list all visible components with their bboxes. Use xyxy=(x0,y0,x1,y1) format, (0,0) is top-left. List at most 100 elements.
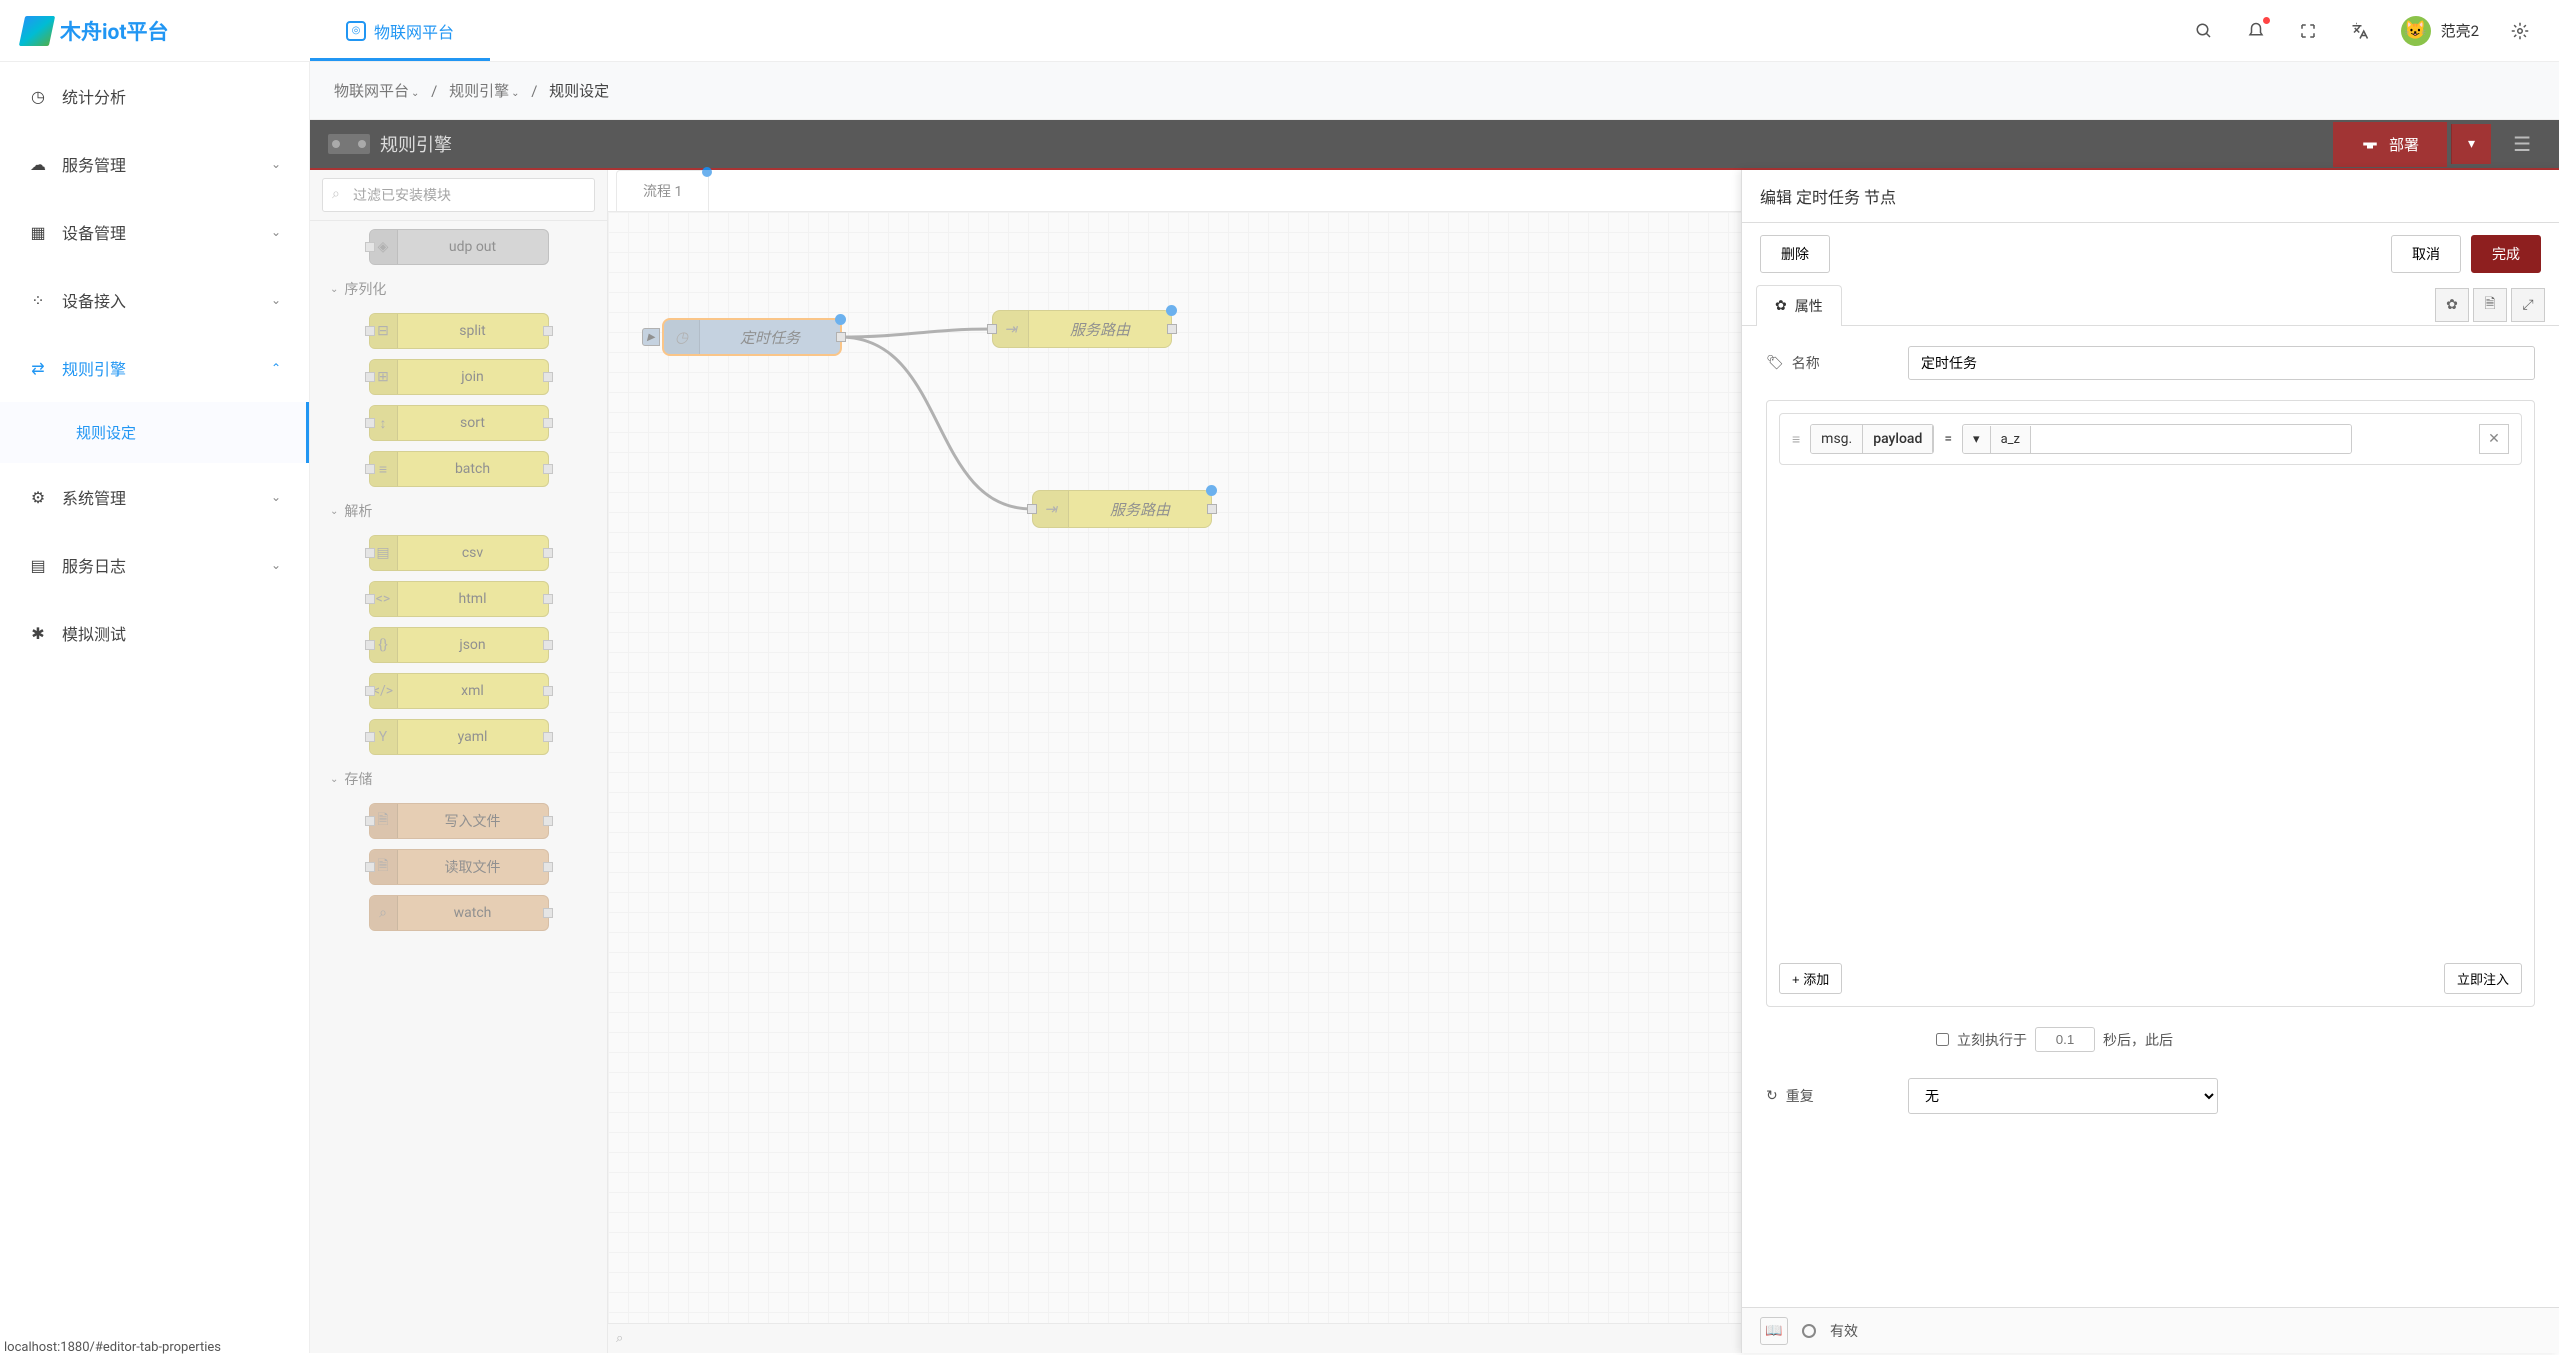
nav-simulation[interactable]: ✱模拟测试 xyxy=(0,599,309,667)
repeat-row: ↻重复 无 xyxy=(1766,1078,2535,1114)
payload-list: ≡ msg. payload = ▾ a_z xyxy=(1766,400,2535,1007)
chevron-up-icon: ⌃ xyxy=(271,361,281,375)
canvas-node-inject[interactable]: ▶ ◷ 定时任务 xyxy=(662,318,842,356)
inject-once-row: 立刻执行于 秒后，此后 xyxy=(1766,1027,2535,1052)
notification-icon[interactable] xyxy=(2245,20,2267,42)
changed-dot-icon xyxy=(835,314,846,325)
payload-row: ≡ msg. payload = ▾ a_z xyxy=(1779,413,2522,465)
route-icon: ⇥ xyxy=(1033,491,1069,527)
editor-header: 规则引擎 部署 ▾ ☰ xyxy=(310,120,2559,170)
search-icon[interactable]: ⌕ xyxy=(616,1331,623,1346)
repeat-select[interactable]: 无 xyxy=(1908,1078,2218,1114)
palette-category[interactable]: ⌄存储 xyxy=(310,755,607,803)
nav-rules-engine[interactable]: ⇄规则引擎⌃ xyxy=(0,334,309,402)
editor-body: ⌕ ◈udp out ⌄序列化 ⊟split ⊞join ↕sort xyxy=(310,170,2559,1353)
palette-node[interactable]: 🗎读取文件 xyxy=(369,849,549,885)
palette-list[interactable]: ◈udp out ⌄序列化 ⊟split ⊞join ↕sort ≡batch … xyxy=(310,221,607,1353)
delete-button[interactable]: 删除 xyxy=(1760,235,1830,273)
name-input[interactable] xyxy=(1908,346,2535,380)
msg-path-input[interactable]: msg. payload xyxy=(1810,424,1934,454)
add-row-button[interactable]: + 添加 xyxy=(1779,963,1842,994)
palette-node[interactable]: ▤csv xyxy=(369,535,549,571)
canvas-node-route[interactable]: ⇥ 服务路由 xyxy=(1032,490,1212,528)
top-tab-label: 物联网平台 xyxy=(374,19,454,43)
canvas-node-route[interactable]: ⇥ 服务路由 xyxy=(992,310,1172,348)
palette-search-input[interactable] xyxy=(322,178,595,212)
nav-logs[interactable]: ▤服务日志⌄ xyxy=(0,531,309,599)
palette-node[interactable]: ⊞join xyxy=(369,359,549,395)
remove-row-button[interactable]: ✕ xyxy=(2479,424,2509,454)
tab-description-button[interactable]: 🗎 xyxy=(2473,288,2507,322)
palette-category[interactable]: ⌄序列化 xyxy=(310,265,607,313)
value-input[interactable] xyxy=(2031,425,2351,453)
editor-menu-button[interactable]: ☰ xyxy=(2495,132,2541,156)
deploy-menu-button[interactable]: ▾ xyxy=(2451,124,2491,164)
inject-trigger-button[interactable]: ▶ xyxy=(642,328,660,346)
palette-node[interactable]: <>html xyxy=(369,581,549,617)
tab-appearance-button[interactable]: ✿ xyxy=(2435,288,2469,322)
link-icon: ⁘ xyxy=(28,290,48,310)
route-icon: ⇥ xyxy=(993,311,1029,347)
palette-category[interactable]: ⌄解析 xyxy=(310,487,607,535)
msg-value-input[interactable]: ▾ a_z xyxy=(1962,424,2352,454)
palette-node[interactable]: 🗎写入文件 xyxy=(369,803,549,839)
refresh-icon: ↻ xyxy=(1766,1088,1778,1104)
nav-services[interactable]: ☁服务管理⌄ xyxy=(0,130,309,198)
nav-devices[interactable]: ▦设备管理⌄ xyxy=(0,198,309,266)
chevron-down-icon: ⌄ xyxy=(271,225,281,239)
fullscreen-icon[interactable] xyxy=(2297,20,2319,42)
palette-node[interactable]: {}json xyxy=(369,627,549,663)
inject-once-checkbox[interactable] xyxy=(1936,1033,1949,1046)
done-button[interactable]: 完成 xyxy=(2471,235,2541,273)
palette-node[interactable]: Yyaml xyxy=(369,719,549,755)
search-icon[interactable] xyxy=(2193,20,2215,42)
main-area: 物联网平台⌄ / 规则引擎⌄ / 规则设定 规则引擎 部署 xyxy=(310,62,2559,1353)
deploy-button[interactable]: 部署 xyxy=(2333,122,2447,167)
palette-node[interactable]: ◈udp out xyxy=(369,229,549,265)
name-row: 🏷名称 xyxy=(1766,346,2535,380)
nav-rules-settings[interactable]: 规则设定 xyxy=(0,402,309,463)
bug-icon: ✱ xyxy=(28,623,48,643)
help-button[interactable]: 📖 xyxy=(1760,1317,1788,1345)
tab-expand-button[interactable]: ⤢ xyxy=(2511,288,2545,322)
type-select-button[interactable]: ▾ xyxy=(1963,426,1991,453)
top-tabs: ◎ 物联网平台 xyxy=(310,0,490,61)
app-root: 木舟iot平台 ◎ 物联网平台 😺 范亮2 ◷统计分析 ☁服务管理⌄ ▦设备管理… xyxy=(0,0,2559,1353)
node-icon: ⌕ xyxy=(370,896,398,930)
breadcrumb-item[interactable]: 规则引擎 xyxy=(449,82,509,100)
edit-panel-title: 编辑 定时任务 节点 xyxy=(1742,170,2559,223)
drag-handle-icon[interactable]: ≡ xyxy=(1792,431,1800,448)
flow-tab[interactable]: 流程 1 xyxy=(616,170,709,211)
breadcrumb-item[interactable]: 物联网平台 xyxy=(334,82,409,100)
tab-properties[interactable]: ✿属性 xyxy=(1756,285,1842,326)
palette-node[interactable]: </>xml xyxy=(369,673,549,709)
settings-icon[interactable] xyxy=(2509,20,2531,42)
palette-node[interactable]: ↕sort xyxy=(369,405,549,441)
palette-node[interactable]: ≡batch xyxy=(369,451,549,487)
chevron-down-icon: ⌄ xyxy=(271,490,281,504)
user-menu[interactable]: 😺 范亮2 xyxy=(2401,16,2479,46)
nav-statistics[interactable]: ◷统计分析 xyxy=(0,62,309,130)
avatar-icon: 😺 xyxy=(2401,16,2431,46)
breadcrumb-current: 规则设定 xyxy=(549,82,609,100)
type-hint: a_z xyxy=(1991,426,2031,453)
inject-delay-input[interactable] xyxy=(2035,1027,2095,1052)
top-header: 木舟iot平台 ◎ 物联网平台 😺 范亮2 xyxy=(0,0,2559,62)
nav-system[interactable]: ⚙系统管理⌄ xyxy=(0,463,309,531)
gear-icon: ✿ xyxy=(1775,298,1787,314)
chevron-down-icon: ⌄ xyxy=(271,157,281,171)
palette-node[interactable]: ⌕watch xyxy=(369,895,549,931)
top-tab-iot[interactable]: ◎ 物联网平台 xyxy=(310,0,490,61)
language-icon[interactable] xyxy=(2349,20,2371,42)
clock-icon: ◷ xyxy=(664,320,700,354)
palette-node[interactable]: ⊟split xyxy=(369,313,549,349)
cancel-button[interactable]: 取消 xyxy=(2391,235,2461,273)
edit-panel-actions: 删除 取消 完成 xyxy=(1742,223,2559,285)
changed-dot-icon xyxy=(1206,485,1217,496)
inject-now-button[interactable]: 立即注入 xyxy=(2444,963,2522,994)
changed-dot-icon xyxy=(1166,305,1177,316)
sidebar: ◷统计分析 ☁服务管理⌄ ▦设备管理⌄ ⁘设备接入⌄ ⇄规则引擎⌃ 规则设定 ⚙… xyxy=(0,62,310,1353)
flow-editor: 规则引擎 部署 ▾ ☰ xyxy=(310,120,2559,1353)
nav-access[interactable]: ⁘设备接入⌄ xyxy=(0,266,309,334)
palette: ⌕ ◈udp out ⌄序列化 ⊟split ⊞join ↕sort xyxy=(310,170,608,1353)
